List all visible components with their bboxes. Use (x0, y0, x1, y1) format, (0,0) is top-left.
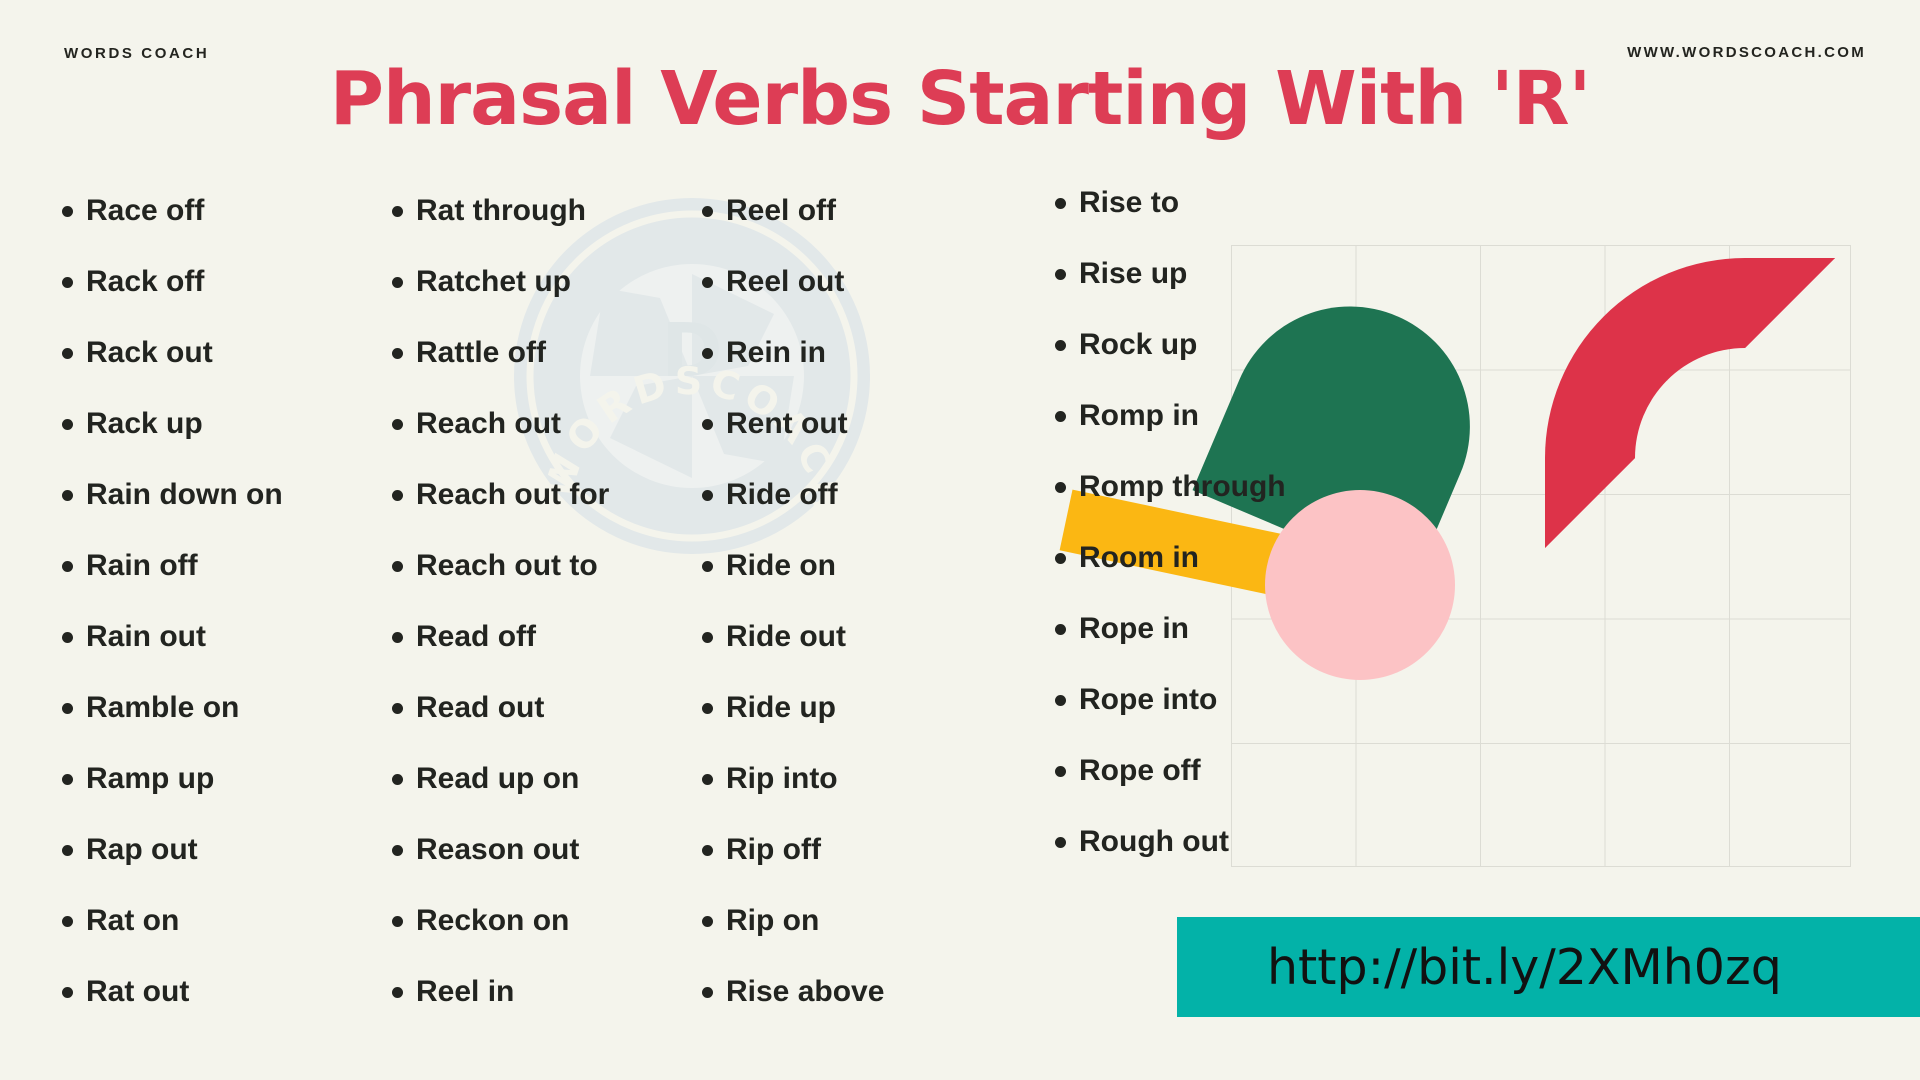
verb-column-3: Reel off Reel out Rein in Rent out Ride … (690, 196, 1025, 1048)
list-item: Ratchet up (380, 267, 690, 338)
list-item: Rap out (50, 835, 380, 906)
list-item: Reason out (380, 835, 690, 906)
list-item: Reach out to (380, 551, 690, 622)
website-url-label: WWW.WORDSCOACH.COM (1627, 44, 1866, 61)
list-item: Rope off (1043, 756, 1383, 827)
verb-list-2: Rat through Ratchet up Rattle off Reach … (380, 196, 690, 1048)
verb-list-1: Race off Rack off Rack out Rack up Rain … (50, 196, 380, 1048)
verb-column-1: Race off Rack off Rack out Rack up Rain … (50, 196, 380, 1048)
verb-column-2: Rat through Ratchet up Rattle off Reach … (380, 196, 690, 1048)
list-item: Ride out (690, 622, 1025, 693)
list-item: Rat out (50, 977, 380, 1048)
list-item: Rent out (690, 409, 1025, 480)
list-item: Rise to (1043, 188, 1383, 259)
list-item: Ride off (690, 480, 1025, 551)
list-item: Rip off (690, 835, 1025, 906)
verb-list-3: Reel off Reel out Rein in Rent out Ride … (690, 196, 1025, 1048)
list-item: Reel in (380, 977, 690, 1048)
short-url-text: http://bit.ly/2XMh0zq (1267, 938, 1782, 996)
list-item: Rip on (690, 906, 1025, 977)
list-item: Rope into (1043, 685, 1383, 756)
list-item: Rain off (50, 551, 380, 622)
page-title: Phrasal Verbs Starting With 'R' (329, 56, 1592, 142)
list-item: Rat through (380, 196, 690, 267)
list-item: Reel off (690, 196, 1025, 267)
list-item: Reckon on (380, 906, 690, 977)
list-item: Rack off (50, 267, 380, 338)
list-item: Rack up (50, 409, 380, 480)
list-item: Rock up (1043, 330, 1383, 401)
list-item: Reel out (690, 267, 1025, 338)
list-item: Rough out (1043, 827, 1383, 898)
list-item: Rattle off (380, 338, 690, 409)
list-item: Reach out for (380, 480, 690, 551)
list-item: Read off (380, 622, 690, 693)
list-item: Rain out (50, 622, 380, 693)
list-item: Ride on (690, 551, 1025, 622)
list-item: Ramble on (50, 693, 380, 764)
list-item: Rack out (50, 338, 380, 409)
brand-label-left: WORDS COACH (64, 45, 210, 62)
list-item: Read up on (380, 764, 690, 835)
list-item: Rein in (690, 338, 1025, 409)
verb-list-4: Rise to Rise up Rock up Romp in Romp thr… (1043, 188, 1383, 898)
list-item: Romp in (1043, 401, 1383, 472)
short-url-banner[interactable]: http://bit.ly/2XMh0zq (1177, 917, 1920, 1017)
list-item: Read out (380, 693, 690, 764)
list-item: Rise above (690, 977, 1025, 1048)
list-item: Reach out (380, 409, 690, 480)
list-item: Rain down on (50, 480, 380, 551)
list-item: Room in (1043, 543, 1383, 614)
list-item: Ramp up (50, 764, 380, 835)
list-item: Race off (50, 196, 380, 267)
list-item: Rope in (1043, 614, 1383, 685)
list-item: Rat on (50, 906, 380, 977)
list-item: Ride up (690, 693, 1025, 764)
list-item: Rise up (1043, 259, 1383, 330)
list-item: Rip into (690, 764, 1025, 835)
list-item: Romp through (1043, 472, 1383, 543)
poster-canvas: D WORDSCOACH WORDS COACH WWW.WORDSCOACH.… (0, 0, 1920, 1080)
